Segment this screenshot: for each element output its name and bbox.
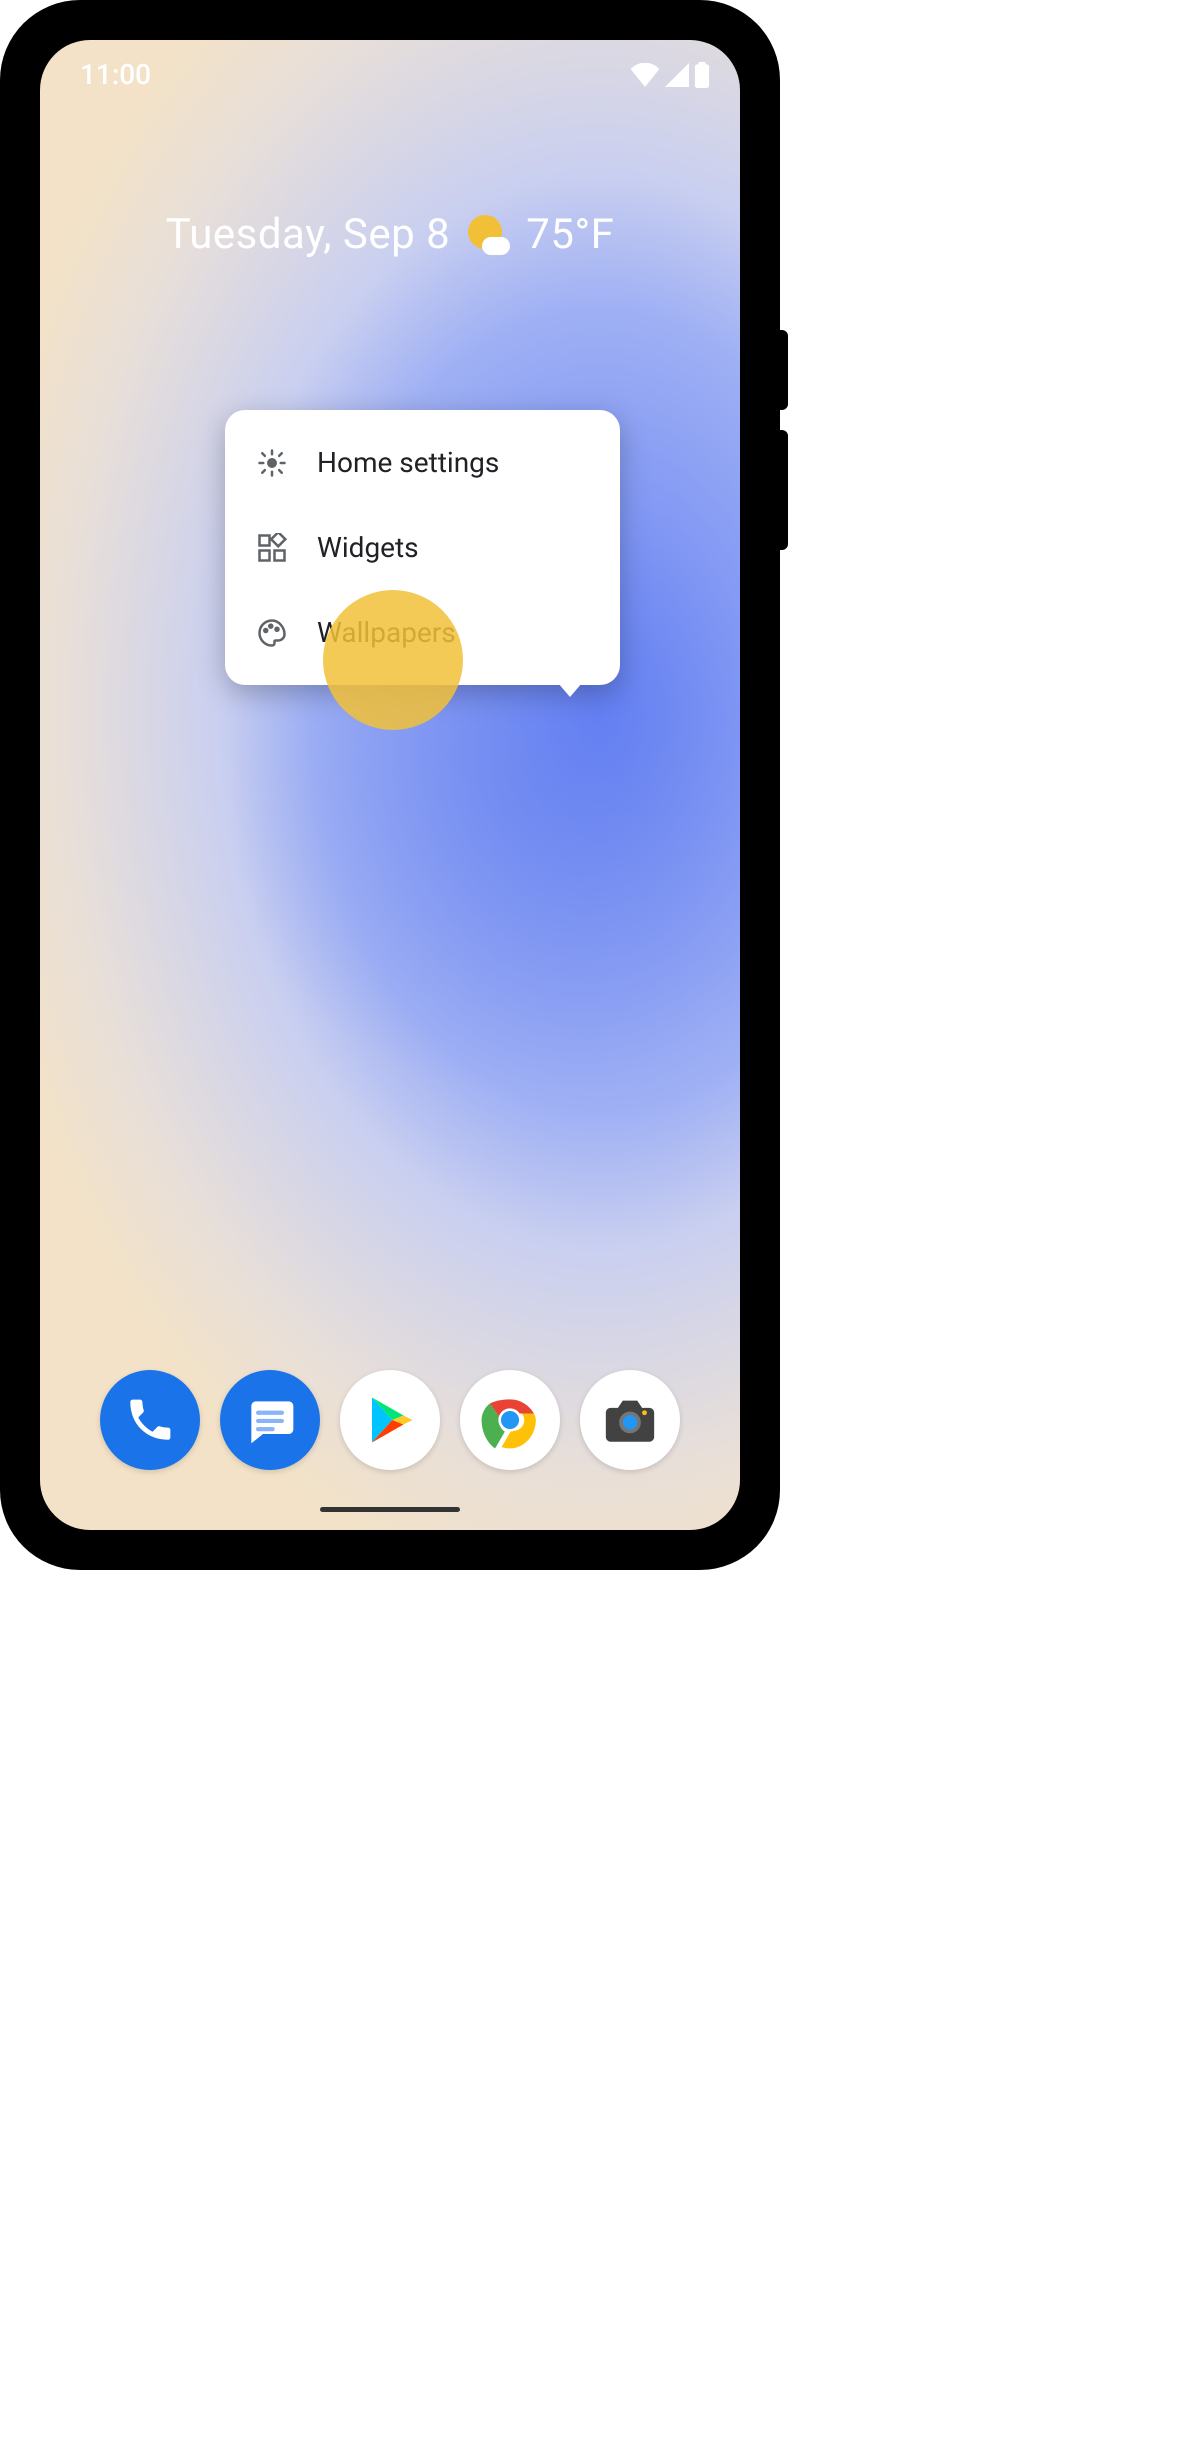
menu-item-label: Home settings xyxy=(317,446,499,479)
weather-icon xyxy=(466,213,510,257)
status-icons xyxy=(630,62,710,88)
wallpaper xyxy=(40,40,740,1530)
home-screen[interactable]: 11:00 Tuesday, Sep 8 75°F Home settings xyxy=(40,40,740,1530)
app-chrome[interactable] xyxy=(460,1370,560,1470)
side-button xyxy=(780,330,788,410)
temperature-label: 75°F xyxy=(526,210,614,259)
menu-item-widgets[interactable]: Widgets xyxy=(225,505,620,590)
dock xyxy=(40,1370,740,1470)
status-bar: 11:00 xyxy=(80,58,710,91)
messages-icon xyxy=(242,1392,298,1448)
home-indicator[interactable] xyxy=(320,1507,460,1512)
phone-icon xyxy=(124,1394,176,1446)
widgets-icon xyxy=(257,533,287,563)
play-store-icon xyxy=(363,1393,417,1447)
date-label: Tuesday, Sep 8 xyxy=(166,210,451,259)
clock: 11:00 xyxy=(80,58,151,91)
app-camera[interactable] xyxy=(580,1370,680,1470)
palette-icon xyxy=(257,618,287,648)
cellular-icon xyxy=(664,63,690,87)
home-context-menu: Home settings Widgets Wallpapers xyxy=(225,410,620,685)
date-weather-widget[interactable]: Tuesday, Sep 8 75°F xyxy=(40,210,740,259)
app-play-store[interactable] xyxy=(340,1370,440,1470)
wifi-icon xyxy=(630,63,660,87)
menu-item-label: Wallpapers xyxy=(317,616,456,649)
gear-icon xyxy=(257,448,287,478)
battery-icon xyxy=(694,62,710,88)
side-button xyxy=(780,430,788,550)
menu-item-home-settings[interactable]: Home settings xyxy=(225,420,620,505)
app-messages[interactable] xyxy=(220,1370,320,1470)
phone-frame: 11:00 Tuesday, Sep 8 75°F Home settings xyxy=(0,0,780,1570)
menu-item-wallpapers[interactable]: Wallpapers xyxy=(225,590,620,675)
app-phone[interactable] xyxy=(100,1370,200,1470)
camera-icon xyxy=(601,1391,659,1449)
menu-item-label: Widgets xyxy=(317,531,419,564)
chrome-icon xyxy=(479,1389,541,1451)
